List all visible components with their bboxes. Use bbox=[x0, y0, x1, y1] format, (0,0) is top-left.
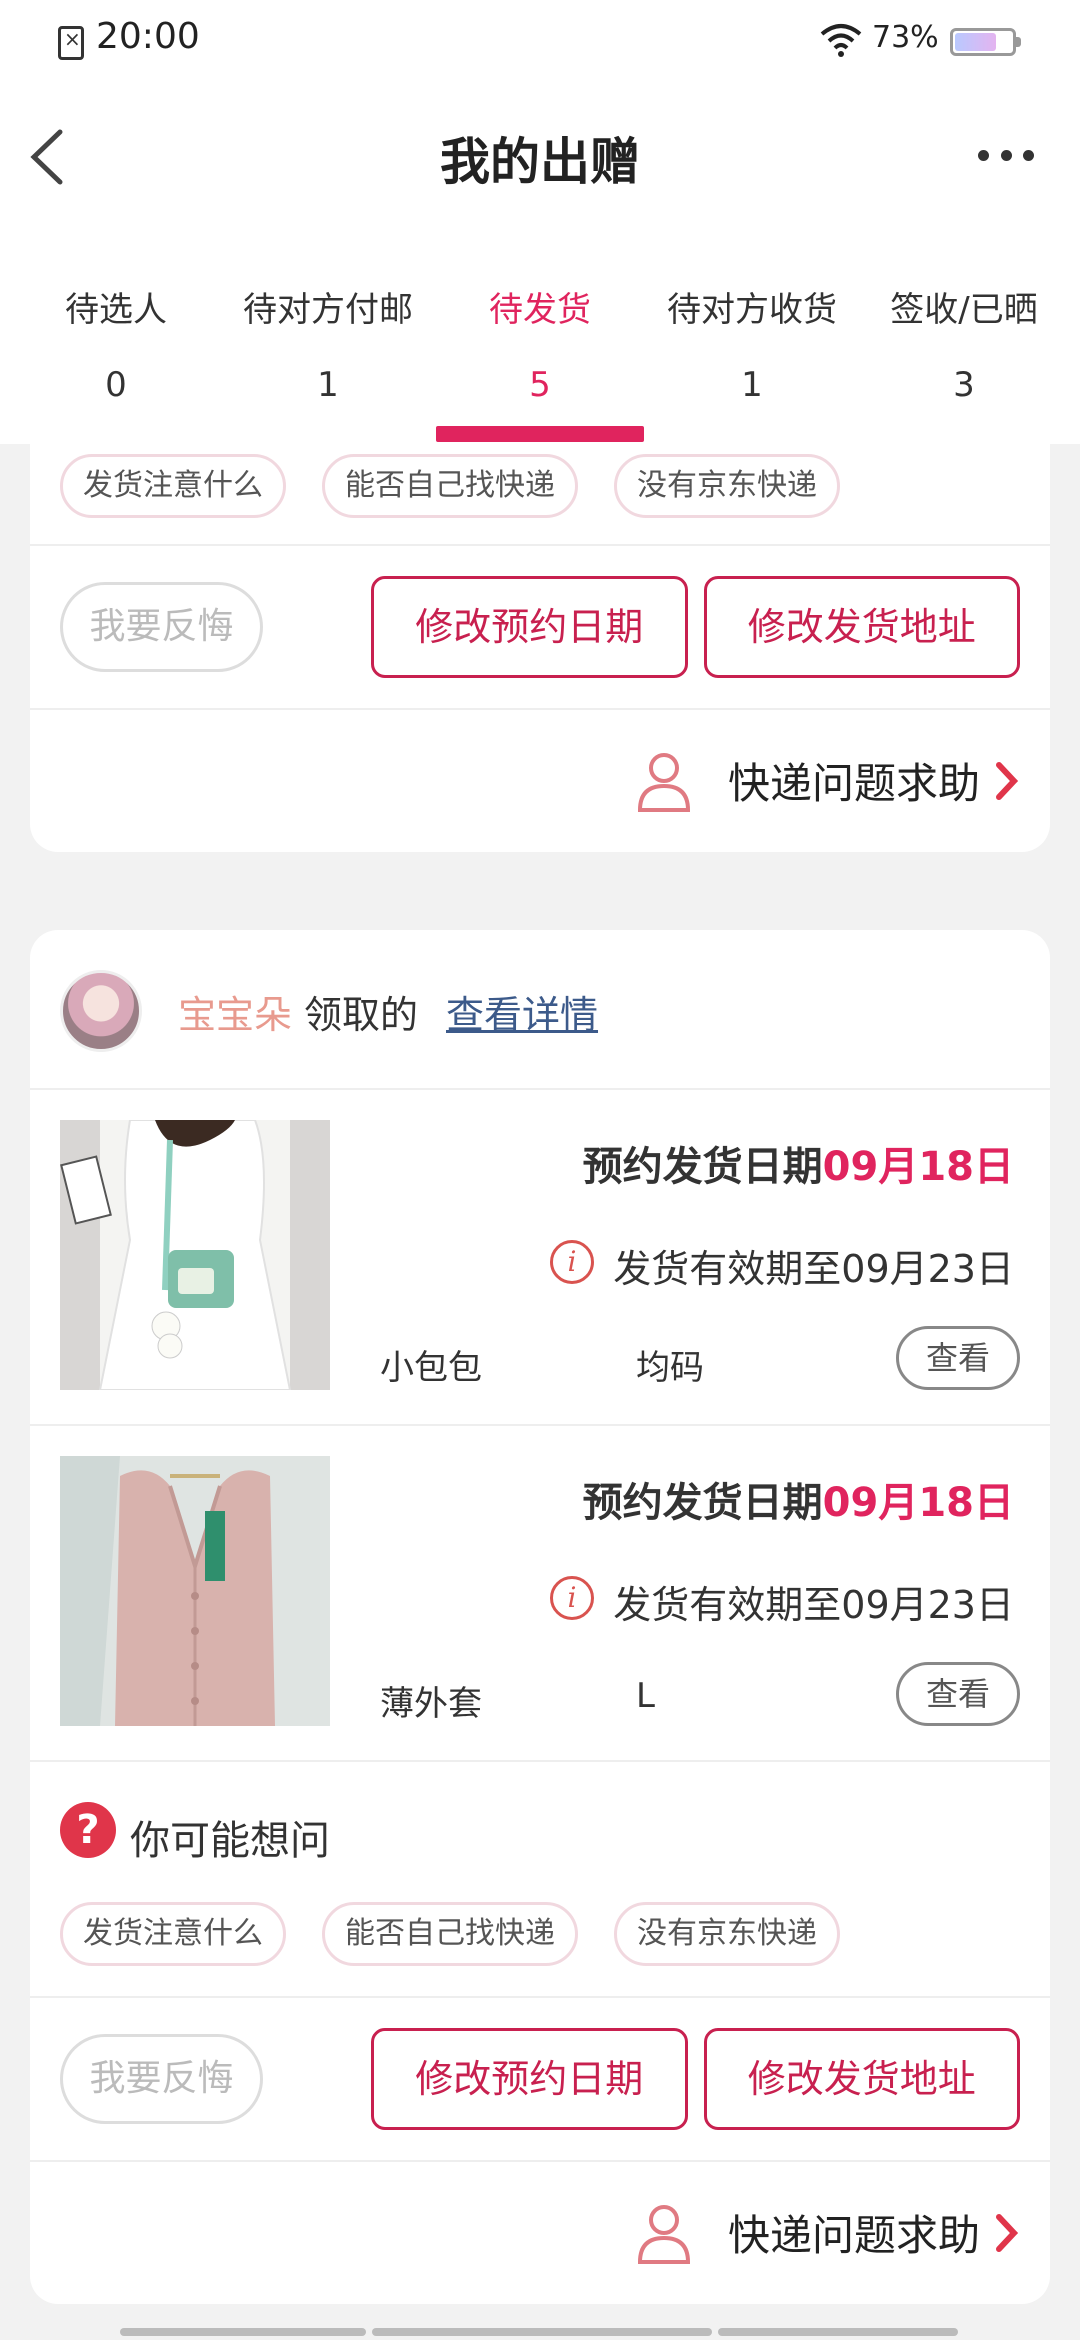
validity-text: 发货有效期至09月23日 bbox=[613, 1247, 1014, 1291]
view-item-button[interactable]: 查看 bbox=[896, 1662, 1020, 1726]
item-photo-bag[interactable] bbox=[60, 1120, 330, 1390]
status-time: 20:00 bbox=[96, 16, 200, 57]
scheduled-date: 预约发货日期09月18日 bbox=[583, 1134, 1014, 1192]
info-icon: i bbox=[550, 1240, 594, 1284]
tab-pending-select[interactable]: 待选人 0 bbox=[10, 230, 222, 444]
person-icon bbox=[637, 2205, 691, 2264]
change-date-button[interactable]: 修改预约日期 bbox=[371, 2028, 688, 2130]
tab-label: 待对方收货 bbox=[667, 290, 837, 330]
scheduled-date-label: 预约发货日期 bbox=[582, 1144, 823, 1190]
wifi-icon bbox=[820, 24, 862, 57]
battery-percent: 73% bbox=[872, 20, 939, 55]
faq-chip[interactable]: 发货注意什么 bbox=[60, 1902, 286, 1966]
faq-row: 发货注意什么 能否自己找快递 没有京东快递 bbox=[30, 444, 1050, 546]
donor-row: 宝宝朵 领取的 查看详情 bbox=[30, 930, 1050, 1090]
scheduled-date-value: 09月18日 bbox=[822, 1480, 1014, 1526]
change-address-button[interactable]: 修改发货地址 bbox=[703, 576, 1020, 678]
faq-chip[interactable]: 没有京东快递 bbox=[614, 454, 840, 518]
delivery-help-row[interactable]: 快递问题求助 bbox=[30, 710, 1050, 852]
more-options-icon[interactable] bbox=[978, 150, 1034, 166]
gift-card: 发货注意什么 能否自己找快递 没有京东快递 我要反悔 修改预约日期 修改发货地址… bbox=[30, 444, 1050, 852]
question-icon: ? bbox=[60, 1802, 116, 1858]
gift-item: 预约发货日期09月18日 i 发货有效期至09月23日 薄外套 L 查看 bbox=[30, 1426, 1050, 1762]
page-title: 我的出赠 bbox=[440, 133, 640, 191]
faq-chip[interactable]: 能否自己找快递 bbox=[322, 1902, 578, 1966]
item-photo-vest[interactable] bbox=[60, 1456, 330, 1726]
item-size: L bbox=[636, 1676, 655, 1716]
faq-chip[interactable]: 能否自己找快递 bbox=[322, 454, 578, 518]
active-tab-indicator bbox=[436, 426, 644, 442]
donor-name[interactable]: 宝宝朵 bbox=[178, 984, 292, 1039]
faq-chip[interactable]: 没有京东快递 bbox=[614, 1902, 840, 1966]
chevron-right-icon bbox=[996, 762, 1019, 800]
tab-count: 5 bbox=[529, 365, 551, 405]
tab-count: 1 bbox=[317, 365, 339, 405]
tab-pending-shipment[interactable]: 待发货 5 bbox=[434, 230, 646, 444]
scheduled-date-label: 预约发货日期 bbox=[582, 1480, 823, 1526]
faq-title: 你可能想问 bbox=[130, 1818, 330, 1864]
person-icon bbox=[637, 753, 691, 812]
delivery-help-row[interactable]: 快递问题求助 bbox=[30, 2162, 1050, 2304]
tab-count: 0 bbox=[105, 365, 127, 405]
view-details-link[interactable]: 查看详情 bbox=[446, 984, 598, 1039]
chevron-right-icon bbox=[996, 2214, 1019, 2252]
validity-text: 发货有效期至09月23日 bbox=[613, 1583, 1014, 1627]
change-date-button[interactable]: 修改预约日期 bbox=[371, 576, 688, 678]
view-item-button[interactable]: 查看 bbox=[896, 1326, 1020, 1390]
faq-row: ? 你可能想问 发货注意什么 能否自己找快递 没有京东快递 bbox=[30, 1762, 1050, 1998]
action-row: 我要反悔 修改预约日期 修改发货地址 bbox=[30, 1998, 1050, 2162]
avatar[interactable] bbox=[60, 970, 142, 1052]
regret-button[interactable]: 我要反悔 bbox=[60, 2034, 264, 2124]
regret-button[interactable]: 我要反悔 bbox=[60, 582, 264, 672]
sim-icon bbox=[58, 26, 84, 60]
help-label: 快递问题求助 bbox=[727, 759, 980, 808]
nav-bar: 我的出赠 bbox=[0, 80, 1080, 230]
tab-count: 3 bbox=[953, 365, 975, 405]
item-name: 薄外套 bbox=[380, 1684, 482, 1724]
battery-icon bbox=[950, 28, 1021, 56]
help-label: 快递问题求助 bbox=[727, 2211, 980, 2260]
tab-pending-postage[interactable]: 待对方付邮 1 bbox=[222, 230, 434, 444]
scheduled-date: 预约发货日期09月18日 bbox=[583, 1470, 1014, 1528]
tab-label: 待选人 bbox=[65, 290, 167, 330]
info-icon: i bbox=[550, 1576, 594, 1620]
scheduled-date-value: 09月18日 bbox=[822, 1144, 1014, 1190]
tab-count: 1 bbox=[741, 365, 763, 405]
status-tabs: 待选人 0 待对方付邮 1 待发货 5 待对方收货 1 签收/已晒 3 bbox=[0, 230, 1080, 444]
gift-item: 预约发货日期09月18日 i 发货有效期至09月23日 小包包 均码 查看 bbox=[30, 1090, 1050, 1426]
gift-card: 宝宝朵 领取的 查看详情 预约发货日期09月18日 i 发货有效期至09月23日… bbox=[30, 930, 1050, 2304]
gesture-bar bbox=[0, 2320, 1080, 2340]
tab-label: 签收/已晒 bbox=[890, 290, 1038, 330]
tab-label: 待对方付邮 bbox=[243, 290, 413, 330]
action-row: 我要反悔 修改预约日期 修改发货地址 bbox=[30, 546, 1050, 710]
item-name: 小包包 bbox=[380, 1348, 482, 1388]
status-bar: 20:00 73% bbox=[0, 0, 1080, 80]
faq-chip[interactable]: 发货注意什么 bbox=[60, 454, 286, 518]
gift-list[interactable]: 发货注意什么 能否自己找快递 没有京东快递 我要反悔 修改预约日期 修改发货地址… bbox=[0, 444, 1080, 2340]
tab-pending-receipt[interactable]: 待对方收货 1 bbox=[646, 230, 858, 444]
donor-action-text: 领取的 bbox=[304, 993, 419, 1037]
change-address-button[interactable]: 修改发货地址 bbox=[703, 2028, 1020, 2130]
item-size: 均码 bbox=[636, 1348, 704, 1388]
tab-received[interactable]: 签收/已晒 3 bbox=[858, 230, 1070, 444]
tab-label: 待发货 bbox=[489, 290, 591, 330]
